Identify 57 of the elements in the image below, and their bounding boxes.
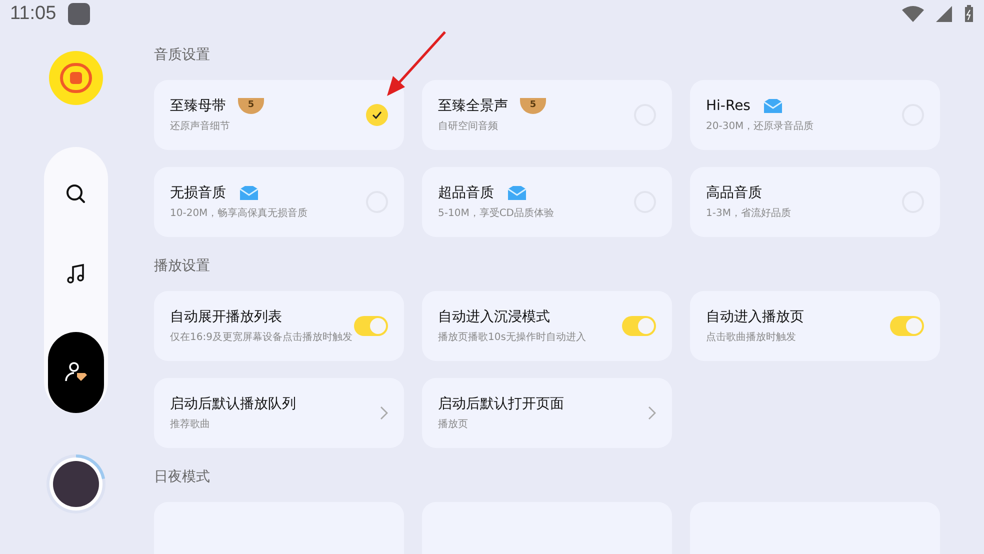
section-heading: 播放设置 [154,256,211,274]
annotation-arrow [385,30,447,98]
toggle-switch[interactable] [354,316,388,336]
setting-card[interactable]: 无损音质 10-20M，畅享高保真无损音质 [154,166,404,236]
level-badge: 5 [238,98,264,114]
photo-placeholder [53,460,99,506]
setting-description: 仅在16:9及更宽屏幕设备点击播放时触发 [170,332,354,344]
setting-card[interactable]: 超品音质 5-10M，享受CD品质体验 [422,166,672,236]
toggle-switch[interactable] [622,316,656,336]
setting-card[interactable]: 至臻母带 5 还原声音细节 [154,80,404,150]
setting-card[interactable]: 自动展开播放列表 仅在16:9及更宽屏幕设备点击播放时触发 [154,290,404,360]
signal-icon [936,6,952,22]
setting-description: 自研空间音频 [438,120,499,132]
setting-title: 自动进入沉浸模式 [438,308,550,326]
level-badge: 5 [520,98,546,114]
setting-description: 播放页播歌10s无操作时自动进入 [438,332,587,344]
setting-title: 启动后默认打开页面 [438,394,564,412]
setting-title: 无损音质 [170,184,226,202]
setting-title: 自动展开播放列表 [170,308,282,326]
setting-description: 推荐歌曲 [170,418,211,430]
chevron-right-icon [648,406,656,420]
setting-description: 20-30M，还原录音品质 [706,120,815,132]
app-notification-icon [68,3,90,26]
setting-card[interactable]: 启动后默认打开页面 播放页 [422,378,672,448]
setting-description: 1-3M，省流好品质 [706,208,792,220]
setting-card[interactable]: 自动进入沉浸模式 播放页播歌10s无操作时自动进入 [422,290,672,360]
setting-title: 高品音质 [706,184,762,202]
setting-card[interactable]: 高品音质 1-3M，省流好品质 [690,166,940,236]
music-note-icon [65,262,87,285]
setting-card[interactable]: 自动进入播放页 点击歌曲播放时触发 [690,290,940,360]
setting-title: Hi-Res [706,96,750,114]
app-logo [49,50,103,104]
playback-progress-ring [45,452,107,514]
setting-title: 启动后默认播放队列 [170,394,296,412]
setting-card[interactable]: 启动后默认播放队列 推荐歌曲 [154,378,404,448]
setting-description: 5-10M，享受CD品质体验 [438,208,556,220]
setting-card[interactable]: 至臻全景声 5 自研空间音频 [422,80,672,150]
clock-time: 11:05 [10,2,56,26]
setting-description: 还原声音细节 [170,120,231,132]
section-heading: 日夜模式 [154,468,211,486]
setting-title: 超品音质 [438,184,494,202]
setting-card[interactable]: Hi-Res 20-30M，还原录音品质 [690,80,940,150]
chevron-right-icon [380,406,388,420]
setting-description: 播放页 [438,418,469,430]
nav-item[interactable] [48,332,104,412]
battery-icon [964,5,974,24]
check-icon [372,110,382,118]
search-icon [65,182,87,205]
setting-title: 至臻母带 [170,96,226,114]
setting-title: 至臻全景声 [438,96,508,114]
section-heading: 音质设置 [154,46,211,64]
setting-description: 10-20M，畅享高保真无损音质 [170,208,309,220]
wifi-icon [902,6,924,22]
setting-description: 点击歌曲播放时触发 [706,332,797,344]
radio-button[interactable] [366,104,388,126]
setting-title: 自动进入播放页 [706,308,804,326]
toggle-switch[interactable] [890,316,924,336]
